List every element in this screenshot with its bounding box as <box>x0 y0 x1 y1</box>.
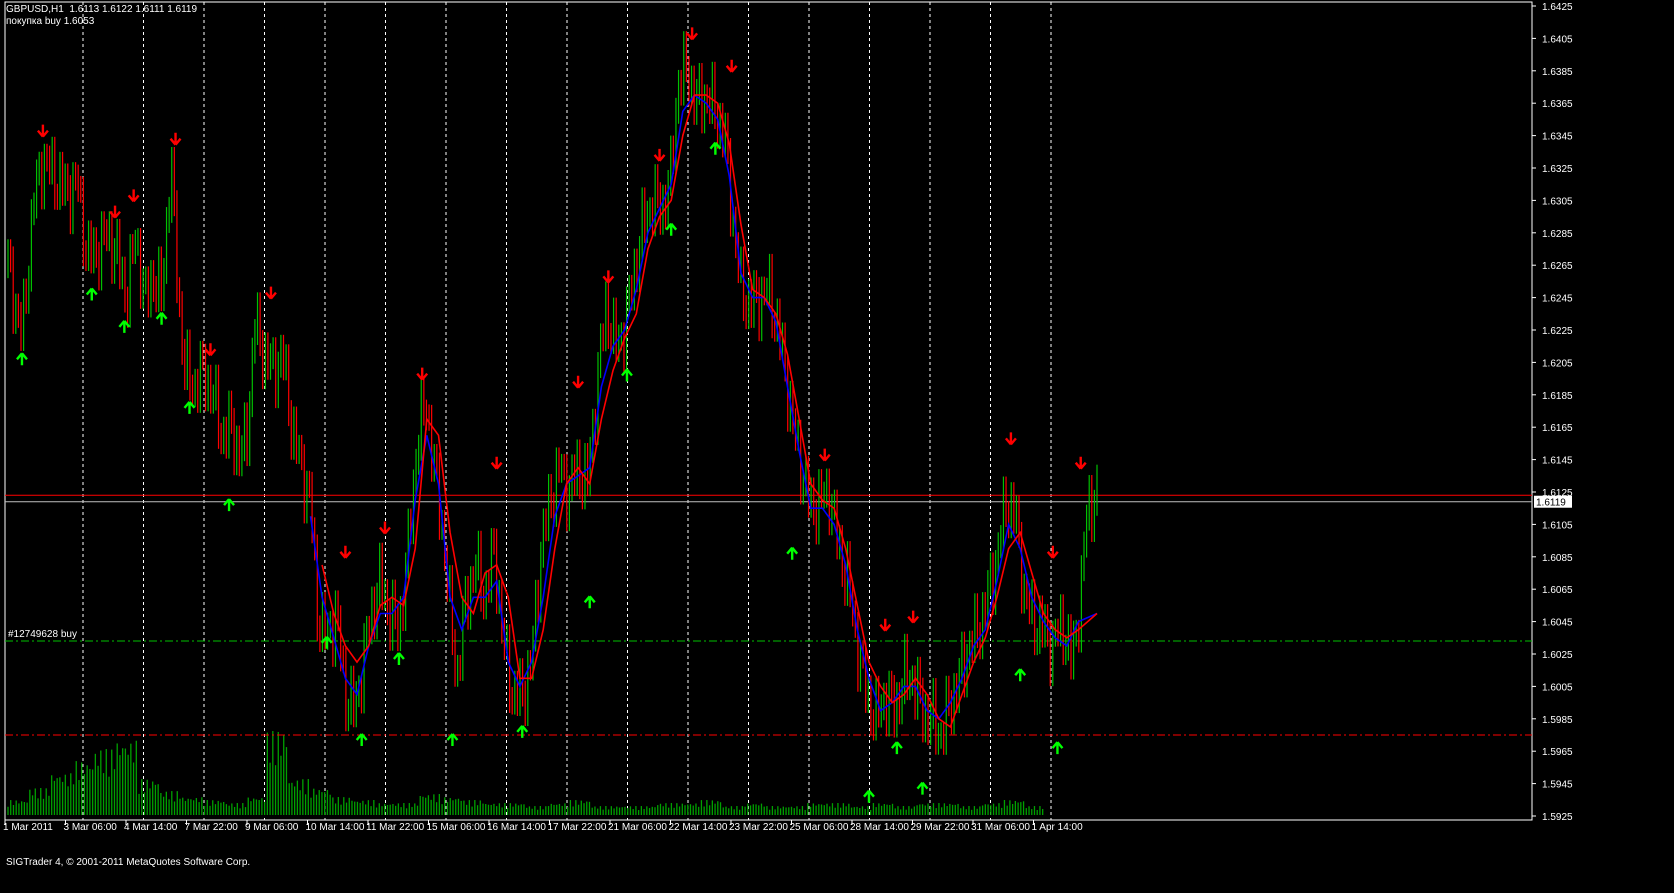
y-tick-label: 1.6165 <box>1542 423 1573 434</box>
x-tick-label: 31 Mar 06:00 <box>971 822 1030 833</box>
order-line-label: #12749628 buy <box>8 629 77 641</box>
y-tick-label: 1.5965 <box>1542 747 1573 758</box>
y-tick-label: 1.5985 <box>1542 715 1573 726</box>
y-tick-label: 1.6365 <box>1542 99 1573 110</box>
x-tick-label: 16 Mar 14:00 <box>487 822 546 833</box>
y-tick-label: 1.6225 <box>1542 326 1573 337</box>
y-tick-label: 1.6425 <box>1542 2 1573 13</box>
y-tick-label: 1.6185 <box>1542 391 1573 402</box>
x-tick-label: 15 Mar 06:00 <box>427 822 486 833</box>
y-tick-label: 1.6305 <box>1542 196 1573 207</box>
x-tick-label: 1 Apr 14:00 <box>1032 822 1084 833</box>
y-tick-label: 1.5925 <box>1542 812 1573 823</box>
x-tick-label: 23 Mar 22:00 <box>729 822 788 833</box>
y-tick-label: 1.6085 <box>1542 553 1573 564</box>
x-tick-label: 7 Mar 22:00 <box>185 822 239 833</box>
x-tick-label: 17 Mar 22:00 <box>548 822 607 833</box>
x-tick-label: 3 Mar 06:00 <box>64 822 118 833</box>
current-price-label: 1.6119 <box>1536 498 1566 509</box>
x-tick-label: 4 Mar 14:00 <box>124 822 178 833</box>
y-tick-label: 1.6405 <box>1542 34 1573 45</box>
y-tick-label: 1.6065 <box>1542 585 1573 596</box>
y-tick-label: 1.6245 <box>1542 294 1573 305</box>
y-tick-label: 1.6205 <box>1542 358 1573 369</box>
y-tick-label: 1.6345 <box>1542 132 1573 143</box>
y-tick-label: 1.6005 <box>1542 682 1573 693</box>
y-tick-label: 1.6385 <box>1542 67 1573 78</box>
x-tick-label: 22 Mar 14:00 <box>669 822 728 833</box>
x-tick-label: 25 Mar 06:00 <box>790 822 849 833</box>
x-tick-label: 21 Mar 06:00 <box>608 822 667 833</box>
y-tick-label: 1.6325 <box>1542 164 1573 175</box>
y-tick-label: 1.6145 <box>1542 456 1573 467</box>
y-tick-label: 1.6045 <box>1542 618 1573 629</box>
x-tick-label: 29 Mar 22:00 <box>911 822 970 833</box>
y-tick-label: 1.6285 <box>1542 229 1573 240</box>
chart-background <box>0 0 1674 889</box>
y-tick-label: 1.6265 <box>1542 261 1573 272</box>
open-order-info: покупка buy 1.6053 <box>6 16 95 27</box>
x-tick-label: 9 Mar 06:00 <box>245 822 299 833</box>
x-tick-label: 10 Mar 14:00 <box>306 822 365 833</box>
x-tick-label: 28 Mar 14:00 <box>850 822 909 833</box>
chart-window[interactable]: 1.6425 1.6405 1.6385 1.6365 1.6345 1.6325 1.63… <box>0 0 1674 889</box>
price-chart[interactable]: 1.6425 1.6405 1.6385 1.6365 1.6345 1.6325 1.63… <box>0 0 1674 889</box>
symbol-info: GBPUSD,H1 1.6113 1.6122 1.6111 1.6119 <box>6 4 198 15</box>
y-tick-label: 1.5945 <box>1542 780 1573 791</box>
copyright-text: SIGTrader 4, © 2001-2011 MetaQuotes Soft… <box>6 857 251 868</box>
x-tick-label: 11 Mar 22:00 <box>366 822 425 833</box>
y-tick-label: 1.6025 <box>1542 650 1573 661</box>
y-tick-label: 1.6105 <box>1542 520 1573 531</box>
x-tick-label: 1 Mar 2011 <box>3 822 53 833</box>
